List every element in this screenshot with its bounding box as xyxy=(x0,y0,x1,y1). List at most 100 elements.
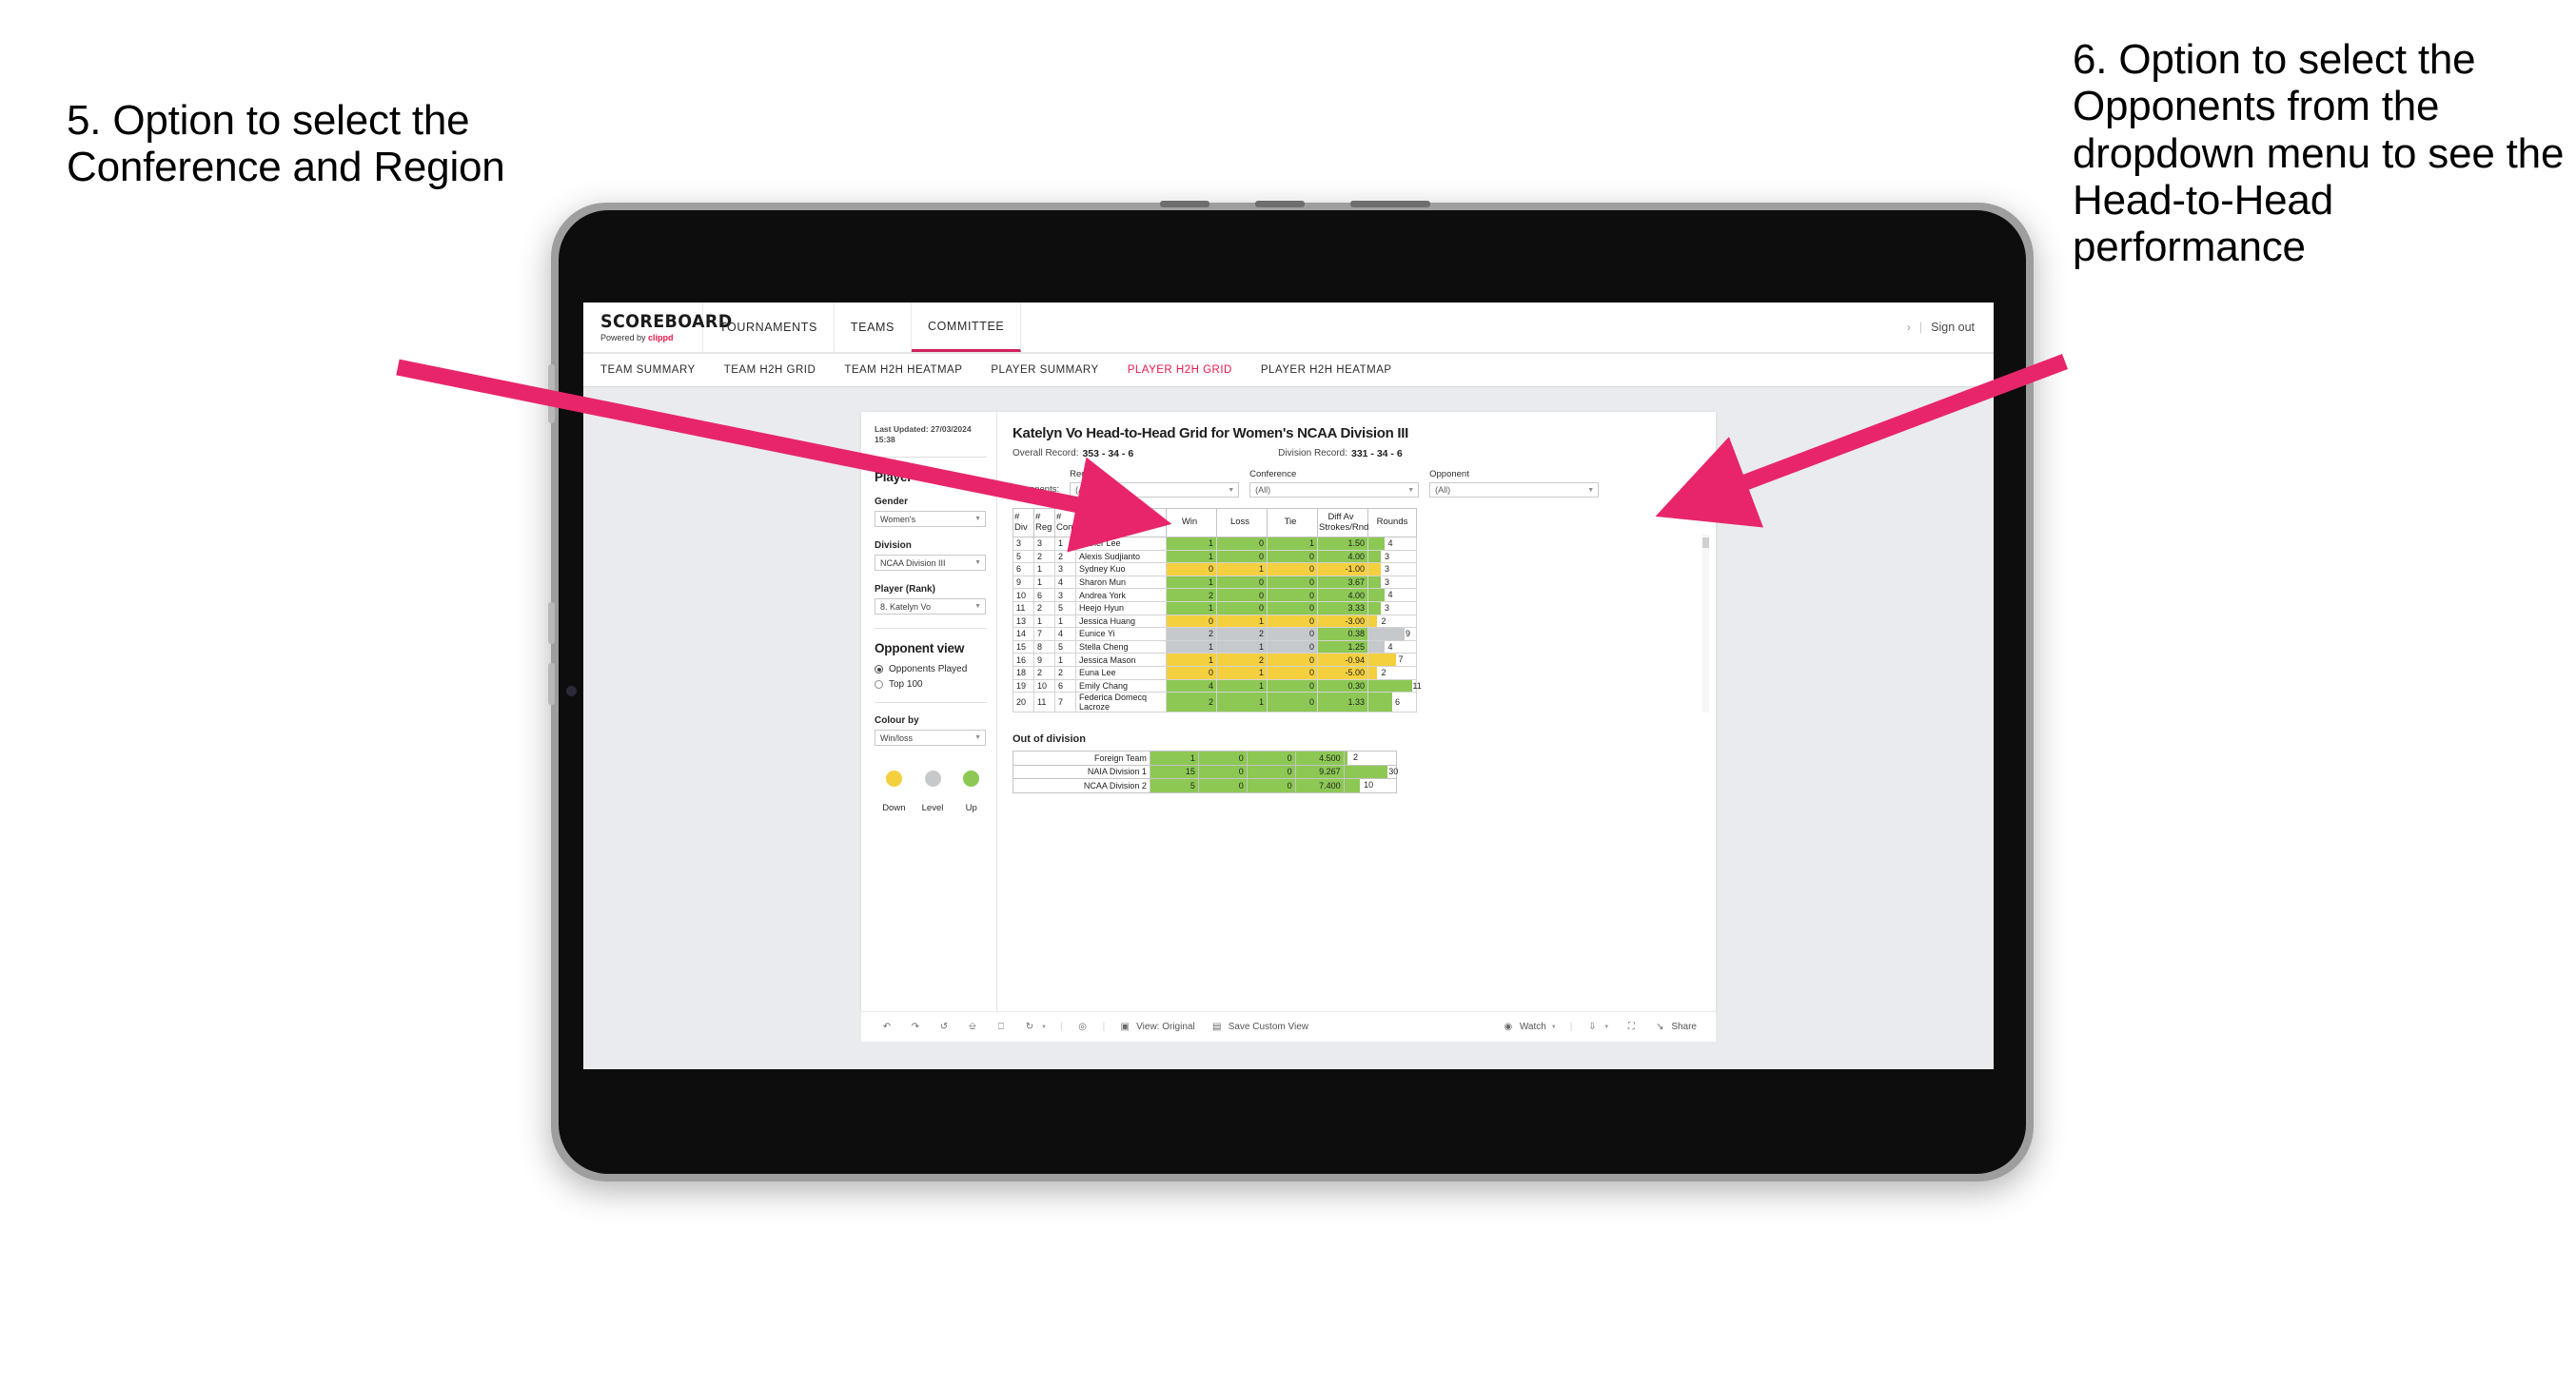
redo-button[interactable]: ↷ xyxy=(901,1021,930,1034)
sign-out-area: › | Sign out xyxy=(1907,303,1994,352)
out-of-division-table: Foreign Team 1 0 0 4.500 2 NAIA Division 1 15 0 0… xyxy=(1013,751,1398,793)
download-button[interactable]: ⇩ ▼ xyxy=(1578,1021,1617,1034)
chevron-right-icon[interactable]: › xyxy=(1907,321,1911,334)
fullscreen-button[interactable]: ⛶ xyxy=(1617,1021,1645,1034)
rounds-value: 10 xyxy=(1364,780,1374,791)
table-row[interactable]: NAIA Division 1 15 0 0 9.267 30 xyxy=(1013,764,1398,780)
share-button[interactable]: ↘ Share xyxy=(1645,1021,1704,1034)
table-cell: 2 xyxy=(1166,692,1217,713)
col-header-reg[interactable]: # Reg xyxy=(1033,508,1055,537)
table-cell: 7 xyxy=(1054,692,1076,713)
col-header-diff[interactable]: Diff Av Strokes/Rnd xyxy=(1317,508,1368,537)
undo-dropdown[interactable]: ↻ ▼ xyxy=(1015,1021,1054,1034)
table-cell: 1.25 xyxy=(1317,639,1368,654)
save-custom-view-button[interactable]: ▤ Save Custom View xyxy=(1203,1021,1316,1034)
table-row[interactable]: 19 10 6 Emily Chang 4 1 0 0.30 11 xyxy=(1013,678,1422,693)
table-row[interactable]: 9 1 4 Sharon Mun 1 0 0 3.67 3 xyxy=(1013,575,1417,590)
gender-select[interactable]: Women's ▼ xyxy=(875,511,986,528)
table-cell: 5 xyxy=(1013,549,1034,564)
col-header-conf[interactable]: # Conf xyxy=(1054,508,1076,537)
rounds-bar xyxy=(1368,601,1381,615)
conference-select[interactable]: (All) ▼ xyxy=(1249,482,1420,498)
tablet-top-button-2 xyxy=(1255,201,1305,207)
col-header-tie[interactable]: Tie xyxy=(1267,508,1318,537)
table-scrollbar-track[interactable] xyxy=(1702,535,1709,713)
table-cell: 2 xyxy=(1033,600,1055,615)
table-cell: 10 xyxy=(1033,678,1055,693)
main-panel: Katelyn Vo Head-to-Head Grid for Women's… xyxy=(997,412,1716,1011)
table-row[interactable]: 16 9 1 Jessica Mason 1 2 0 -0.94 7 xyxy=(1013,653,1417,667)
table-row[interactable]: 15 8 5 Stella Cheng 1 1 0 1.25 4 xyxy=(1013,639,1417,654)
table-cell: Andrea York xyxy=(1075,588,1167,602)
sub-nav-player-h2h-heatmap[interactable]: PLAYER H2H HEATMAP xyxy=(1261,364,1407,376)
gender-value: Women's xyxy=(880,514,916,524)
table-row[interactable]: 5 2 2 Alexis Sudjianto 1 0 0 4.00 3 xyxy=(1013,549,1417,564)
table-row[interactable]: 14 7 4 Eunice Yi 2 2 0 0.38 9 xyxy=(1013,627,1417,641)
refresh-button[interactable]: ⎒ xyxy=(958,1021,987,1034)
view-original-button[interactable]: ▣ View: Original xyxy=(1111,1021,1203,1034)
table-cell: 0 xyxy=(1267,575,1318,590)
table-row[interactable]: 6 1 3 Sydney Kuo 0 1 0 -1.00 3 xyxy=(1013,562,1417,576)
table-cell: 9.267 xyxy=(1294,764,1345,780)
filter-region-label: Region xyxy=(1070,469,1099,479)
radio-top-100[interactable]: Top 100 xyxy=(875,679,996,690)
table-scrollbar-thumb[interactable] xyxy=(1702,537,1709,548)
tablet-top-button-3 xyxy=(1350,201,1430,207)
table-cell: 0.30 xyxy=(1317,678,1368,693)
help-button[interactable]: ◎ xyxy=(1069,1021,1097,1034)
legend-item-level: Level xyxy=(914,771,953,813)
table-row[interactable]: 10 6 3 Andrea York 2 0 0 4.00 4 xyxy=(1013,588,1417,602)
table-cell: 4.00 xyxy=(1317,549,1368,564)
player-rank-label: Player (Rank) xyxy=(875,584,935,595)
radio-opponents-played[interactable]: Opponents Played xyxy=(875,664,996,674)
refresh-icon: ⎒ xyxy=(969,1022,976,1032)
table-row[interactable]: 11 2 5 Heejo Hyun 1 0 0 3.33 3 xyxy=(1013,600,1417,615)
pause-button[interactable]: ⎕ xyxy=(987,1021,1015,1034)
table-row[interactable]: 18 2 2 Euna Lee 0 1 0 -5.00 2 xyxy=(1013,665,1417,680)
top-nav-teams[interactable]: TEAMS xyxy=(835,303,912,352)
table-cell: 0 xyxy=(1216,575,1268,590)
tablet-side-button-volume-down xyxy=(548,663,555,705)
logo[interactable]: SCOREBOARD Powered by clippd xyxy=(583,303,732,352)
col-header-div[interactable]: # Div xyxy=(1013,508,1034,537)
table-row[interactable]: 13 1 1 Jessica Huang 0 1 0 -3.00 2 xyxy=(1013,614,1417,629)
sub-nav-team-summary[interactable]: TEAM SUMMARY xyxy=(600,364,711,376)
table-row[interactable]: 20 11 7 Federica Domecq Lacroze 2 1 0 1.33 6 xyxy=(1013,692,1417,713)
table-row[interactable]: 3 3 1 Esther Lee 1 0 1 1.50 4 xyxy=(1013,537,1417,551)
eye-icon: ◉ xyxy=(1504,1022,1513,1032)
table-row[interactable]: Foreign Team 1 0 0 4.500 2 xyxy=(1013,751,1398,766)
sub-nav-player-summary[interactable]: PLAYER SUMMARY xyxy=(991,364,1113,376)
rounds-value: 3 xyxy=(1385,564,1390,575)
col-header-rounds[interactable]: Rounds xyxy=(1367,508,1417,537)
watch-button[interactable]: ◉ Watch ▼ xyxy=(1494,1021,1564,1034)
table-cell: 20 xyxy=(1013,692,1034,713)
player-rank-select[interactable]: 8. Katelyn Vo ▼ xyxy=(875,598,986,615)
division-select[interactable]: NCAA Division III ▼ xyxy=(875,555,986,572)
sub-nav-team-h2h-heatmap[interactable]: TEAM H2H HEATMAP xyxy=(844,364,977,376)
region-select[interactable]: (All) ▼ xyxy=(1070,482,1240,498)
legend-label-down: Down xyxy=(882,803,906,814)
col-header-win[interactable]: Win xyxy=(1166,508,1217,537)
col-header-loss[interactable]: Loss xyxy=(1216,508,1268,537)
sub-nav-team-h2h-heatmap-label: TEAM H2H HEATMAP xyxy=(844,364,963,376)
sub-nav-player-h2h-grid[interactable]: PLAYER H2H GRID xyxy=(1128,364,1248,376)
logo-powered-text: Powered by xyxy=(600,332,646,342)
rounds-value: 4 xyxy=(1387,538,1393,548)
sign-out-button[interactable]: Sign out xyxy=(1931,321,1975,334)
table-cell: 3.33 xyxy=(1317,600,1368,615)
undo-button[interactable]: ↶ xyxy=(873,1021,901,1034)
opponent-select[interactable]: (All) ▼ xyxy=(1429,482,1600,498)
top-nav-tournaments[interactable]: TOURNAMENTS xyxy=(703,303,835,352)
table-cell: 2 xyxy=(1166,627,1217,641)
table-row[interactable]: NCAA Division 2 5 0 0 7.400 10 xyxy=(1013,778,1398,793)
revert-button[interactable]: ↺ xyxy=(930,1021,958,1034)
colour-by-select[interactable]: Win/loss ▼ xyxy=(875,730,986,747)
top-nav-committee[interactable]: COMMITTEE xyxy=(911,303,1022,352)
tablet-camera xyxy=(566,686,577,696)
rounds-value: 3 xyxy=(1385,576,1390,587)
sub-nav-team-h2h-grid[interactable]: TEAM H2H GRID xyxy=(724,364,832,376)
table-cell: 0 xyxy=(1197,751,1248,766)
filter-conference-label: Conference xyxy=(1249,469,1297,479)
table-cell: 1 xyxy=(1166,600,1217,615)
col-header-opponent[interactable]: Opponent xyxy=(1075,508,1167,537)
